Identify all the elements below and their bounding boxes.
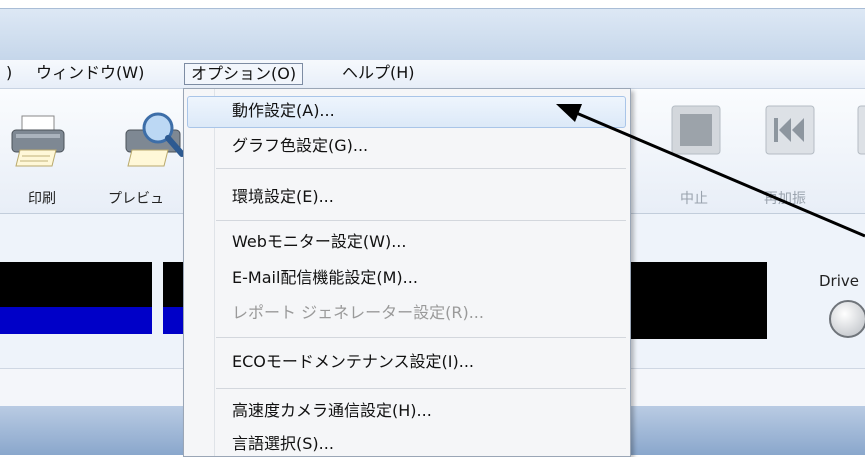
annotation-arrow [556, 104, 865, 238]
